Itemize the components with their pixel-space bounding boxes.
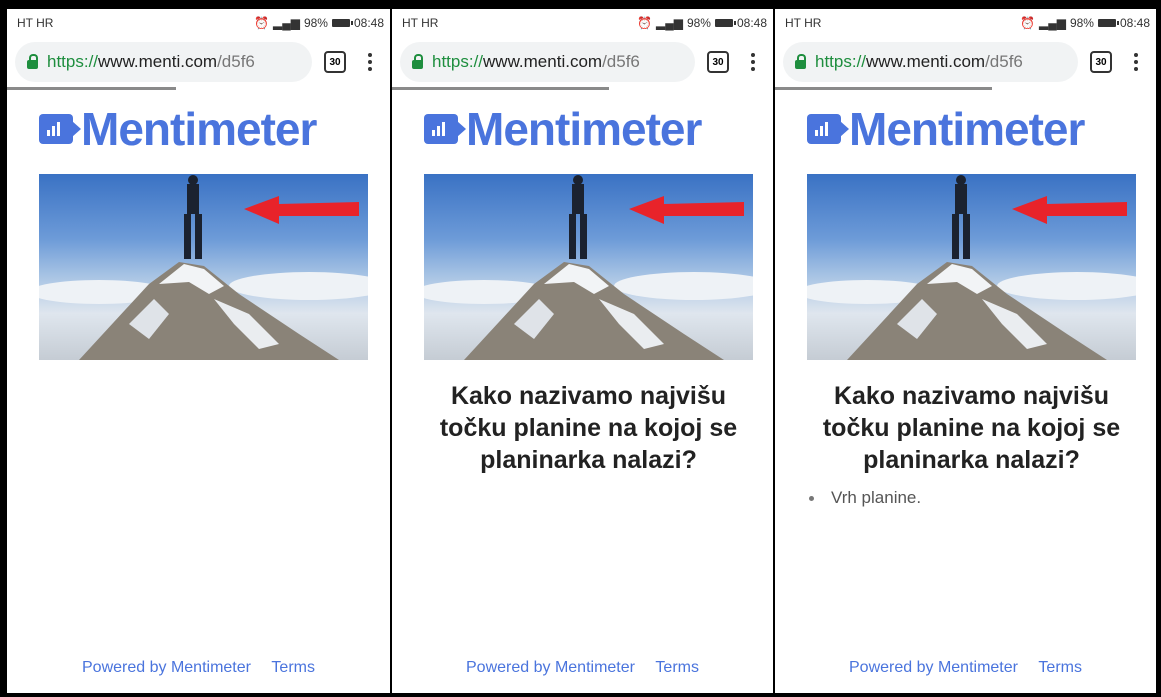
status-bar: HT HR ⏰ ▂▄▆ 98% 08:48 — [775, 9, 1156, 37]
battery-percent: 98% — [686, 16, 711, 30]
alarm-icon: ⏰ — [637, 16, 652, 30]
question-image — [424, 174, 753, 360]
status-bar: HT HR ⏰ ▂▄▆ 98% 08:48 — [7, 9, 390, 37]
browser-toolbar: https://www.menti.com/d5f6 30 — [392, 37, 773, 87]
phone-screenshot-3: HT HR ⏰ ▂▄▆ 98% 08:48 https://www.menti.… — [775, 9, 1156, 693]
mentimeter-logo-icon — [807, 114, 849, 144]
page-load-progress — [392, 87, 773, 90]
more-menu-button[interactable] — [358, 53, 382, 71]
carrier-label: HT HR — [17, 16, 54, 30]
tab-switcher-button[interactable]: 30 — [324, 51, 346, 73]
battery-icon — [714, 19, 736, 27]
powered-by-link[interactable]: Powered by Mentimeter — [849, 659, 1018, 676]
page-load-progress — [775, 87, 1156, 90]
mentimeter-logo-icon — [424, 114, 466, 144]
mentimeter-logo: Mentimeter — [807, 103, 1156, 155]
signal-icon: ▂▄▆ — [655, 16, 683, 30]
page-load-progress — [7, 87, 390, 90]
lock-icon — [412, 53, 423, 69]
tab-switcher-button[interactable]: 30 — [707, 51, 729, 73]
status-bar: HT HR ⏰ ▂▄▆ 98% 08:48 — [392, 9, 773, 37]
battery-percent: 98% — [303, 16, 328, 30]
clock: 08:48 — [736, 16, 767, 30]
more-menu-button[interactable] — [1124, 53, 1148, 71]
page-footer: Powered by Mentimeter Terms — [7, 659, 390, 677]
terms-link[interactable]: Terms — [655, 659, 699, 676]
clock: 08:48 — [1119, 16, 1150, 30]
phone-screenshot-1: HT HR ⏰ ▂▄▆ 98% 08:48 https://www.menti.… — [7, 9, 390, 693]
phone-screenshot-2: HT HR ⏰ ▂▄▆ 98% 08:48 https://www.menti.… — [392, 9, 773, 693]
battery-icon — [1097, 19, 1119, 27]
page-content: Mentimeter — [7, 103, 390, 693]
answer-list: Vrh planine. — [807, 488, 1156, 508]
mentimeter-logo: Mentimeter — [39, 103, 390, 155]
alarm-icon: ⏰ — [254, 16, 269, 30]
lock-icon — [795, 53, 806, 69]
page-footer: Powered by Mentimeter Terms — [392, 659, 773, 677]
question-title: Kako nazivamo najvišu točku planine na k… — [822, 382, 1121, 474]
signal-icon: ▂▄▆ — [1038, 16, 1066, 30]
clock: 08:48 — [353, 16, 384, 30]
browser-toolbar: https://www.menti.com/d5f6 30 — [7, 37, 390, 87]
carrier-label: HT HR — [402, 16, 439, 30]
powered-by-link[interactable]: Powered by Mentimeter — [82, 659, 251, 676]
terms-link[interactable]: Terms — [271, 659, 315, 676]
browser-toolbar: https://www.menti.com/d5f6 30 — [775, 37, 1156, 87]
alarm-icon: ⏰ — [1020, 16, 1035, 30]
tab-switcher-button[interactable]: 30 — [1090, 51, 1112, 73]
mentimeter-logo-icon — [39, 114, 81, 144]
page-content: Mentimeter Kako nazivamo najvišu točku p… — [775, 103, 1156, 693]
more-menu-button[interactable] — [741, 53, 765, 71]
lock-icon — [27, 53, 38, 69]
battery-percent: 98% — [1069, 16, 1094, 30]
terms-link[interactable]: Terms — [1038, 659, 1082, 676]
url-field[interactable]: https://www.menti.com/d5f6 — [15, 42, 312, 82]
question-image — [39, 174, 368, 360]
signal-icon: ▂▄▆ — [272, 16, 300, 30]
answer-item: Vrh planine. — [807, 488, 1156, 508]
question-title: Kako nazivamo najvišu točku planine na k… — [439, 382, 738, 474]
powered-by-link[interactable]: Powered by Mentimeter — [466, 659, 635, 676]
mentimeter-logo: Mentimeter — [424, 103, 773, 155]
carrier-label: HT HR — [785, 16, 822, 30]
url-field[interactable]: https://www.menti.com/d5f6 — [783, 42, 1078, 82]
battery-icon — [331, 19, 353, 27]
page-content: Mentimeter Kako nazivamo najvišu točku p… — [392, 103, 773, 693]
page-footer: Powered by Mentimeter Terms — [775, 659, 1156, 677]
question-image — [807, 174, 1136, 360]
url-field[interactable]: https://www.menti.com/d5f6 — [400, 42, 695, 82]
